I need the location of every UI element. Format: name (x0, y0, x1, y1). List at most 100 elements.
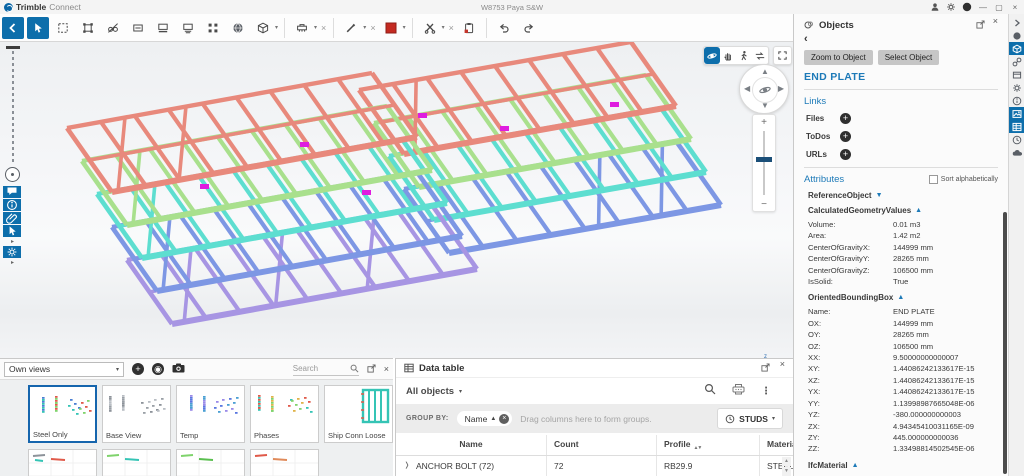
dock-info-button[interactable] (3, 199, 21, 211)
expand-icon[interactable]: ▼ (876, 192, 883, 199)
close-icon[interactable]: × (993, 16, 998, 34)
view-thumbnail-base-view[interactable]: Base View (102, 385, 171, 443)
view-thumbnail-phases[interactable]: Phases (250, 385, 319, 443)
remove-group-icon[interactable]: × (499, 414, 509, 424)
markup-color-dropdown-caret[interactable]: ▾ (403, 24, 406, 31)
scroll-down-icon[interactable]: ▼ (782, 467, 791, 476)
zoom-handle[interactable] (756, 157, 772, 162)
settings-panel-toggle[interactable] (1009, 81, 1024, 94)
view-thumbnail-partial[interactable] (176, 449, 245, 476)
activity-panel-toggle[interactable] (1009, 133, 1024, 146)
close-icon[interactable]: × (780, 359, 785, 377)
models-panel-toggle[interactable] (1009, 68, 1024, 81)
focus-center-button[interactable] (202, 17, 224, 39)
window-minimize-button[interactable]: — (978, 2, 988, 12)
add-view-button[interactable]: + (132, 363, 144, 375)
select-cursor-button[interactable] (27, 17, 49, 39)
view-thumbnail-ship-conn-loose[interactable]: Ship Conn Loose (324, 385, 393, 443)
zoom-out-icon[interactable]: − (753, 199, 775, 210)
close-icon[interactable]: × (384, 364, 389, 374)
data-table-toggle[interactable] (1009, 120, 1024, 133)
table-scrollbar[interactable]: ▲▼ (782, 457, 791, 476)
clip-button[interactable] (419, 17, 441, 39)
dock-comment-button[interactable] (3, 186, 21, 198)
export-icon[interactable] (732, 382, 745, 400)
view-thumbnail-temp[interactable]: Temp (176, 385, 245, 443)
dock-settings-button[interactable] (3, 246, 21, 258)
view-thumbnail-steel-only[interactable]: Steel Only (28, 385, 97, 443)
attribute-group-ifcmaterial[interactable]: IfcMaterial▲ (808, 461, 998, 470)
back-button[interactable] (2, 17, 24, 39)
expand-row-icon[interactable]: ❭ (404, 461, 410, 469)
popout-icon[interactable] (367, 364, 376, 375)
hide-object-button[interactable] (102, 17, 124, 39)
column-header-profile[interactable]: Profile▲▼ (664, 439, 690, 449)
view-box-3-button[interactable] (177, 17, 199, 39)
add-urls-button[interactable]: + (840, 149, 851, 160)
measure-button[interactable] (291, 17, 313, 39)
marquee-select-button[interactable] (52, 17, 74, 39)
zoom-to-object-button[interactable]: Zoom to Object (804, 50, 873, 65)
sort-asc-icon[interactable]: ▲ (490, 416, 496, 422)
section-plane-tool-icon[interactable] (5, 167, 20, 182)
objects-panel-toggle[interactable] (1009, 42, 1024, 55)
undo-button[interactable] (493, 17, 515, 39)
orbit-tool-button[interactable] (704, 47, 720, 64)
views-search-input[interactable]: Search (293, 363, 359, 376)
dock-expand-icon[interactable]: ▸ (3, 259, 22, 267)
avatar[interactable] (962, 2, 972, 12)
paste-markup-button[interactable] (458, 17, 480, 39)
view-settings-button[interactable]: ◉ (152, 363, 164, 375)
column-header-name[interactable]: Name (396, 439, 546, 449)
dock-attachment-button[interactable] (3, 212, 21, 224)
sort-alphabetically-checkbox[interactable]: Sort alphabetically (929, 175, 998, 184)
cube-views-button[interactable] (252, 17, 274, 39)
wheel-right-icon[interactable]: ▶ (778, 85, 784, 93)
view-thumbnail-partial[interactable] (102, 449, 171, 476)
popout-icon[interactable] (761, 359, 770, 377)
pan-tool-button[interactable] (720, 47, 736, 64)
column-header-material[interactable]: Material (767, 439, 793, 449)
wheel-left-icon[interactable]: ◀ (744, 85, 750, 93)
wheel-down-icon[interactable]: ▼ (761, 102, 769, 110)
sort-icon[interactable]: ▲▼ (693, 445, 701, 451)
navigation-wheel[interactable]: ▲ ▼ ◀ ▶ (739, 64, 789, 114)
measure-clear-button[interactable]: × (321, 23, 326, 33)
select-object-button[interactable]: Select Object (878, 50, 940, 65)
view-thumbnail-partial[interactable] (250, 449, 319, 476)
walk-tool-button[interactable] (736, 47, 752, 64)
redo-button[interactable] (518, 17, 540, 39)
collapse-icon[interactable]: ▲ (852, 462, 859, 469)
wheel-orbit-icon[interactable] (752, 77, 778, 103)
markup-pen-clear-button[interactable]: × (370, 23, 375, 33)
group-pill-name[interactable]: Name ▲ × (457, 411, 513, 426)
window-close-button[interactable]: × (1010, 2, 1020, 12)
camera-icon[interactable] (172, 360, 185, 378)
object-scope-select[interactable]: All objects ▾ (406, 386, 462, 397)
markup-pen-button[interactable] (340, 17, 362, 39)
panel-scrollbar[interactable] (1003, 212, 1007, 474)
window-maximize-button[interactable]: ▢ (994, 2, 1004, 12)
collapse-icon[interactable]: ▲ (915, 207, 922, 214)
kebab-menu-icon[interactable]: ⋮ (761, 386, 771, 397)
sync-panel-toggle[interactable] (1009, 146, 1024, 159)
dock-expand-icon[interactable]: ▸ (3, 238, 22, 246)
wheel-up-icon[interactable]: ▲ (761, 68, 769, 76)
settings-gear-icon[interactable] (946, 2, 956, 12)
earth-button[interactable] (227, 17, 249, 39)
preset-studs-button[interactable]: STUDS ▾ (717, 408, 783, 429)
markup-color-button[interactable] (380, 17, 402, 39)
section-slider-track[interactable] (12, 51, 14, 163)
measure-dropdown-caret[interactable]: ▾ (314, 24, 317, 31)
add-files-button[interactable]: + (840, 113, 851, 124)
vertex-select-button[interactable] (77, 17, 99, 39)
status[interactable] (1009, 29, 1024, 42)
clip-clear-button[interactable]: × (449, 23, 454, 33)
dock-pointer-button[interactable] (3, 225, 21, 237)
collapse-panel[interactable] (1009, 16, 1024, 29)
3d-model[interactable] (0, 42, 793, 358)
markup-pen-dropdown-caret[interactable]: ▾ (363, 24, 366, 31)
collapse-icon[interactable]: ▲ (897, 294, 904, 301)
3d-viewport[interactable]: ▸▸ ▲ ▼ ◀ ▶ + − z x (0, 42, 793, 358)
info-panel-toggle[interactable] (1009, 94, 1024, 107)
